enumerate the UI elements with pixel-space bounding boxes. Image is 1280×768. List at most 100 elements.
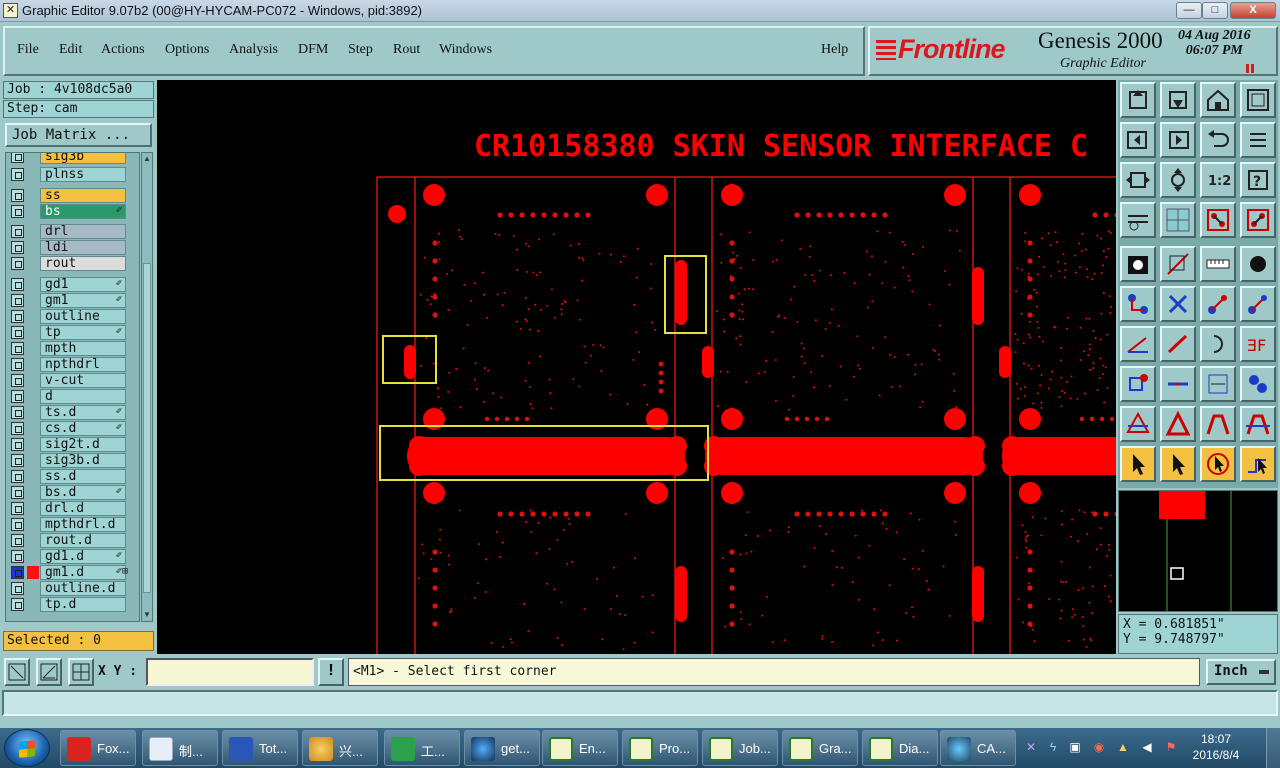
layer-name[interactable]: tp.d xyxy=(40,597,126,612)
layer-name[interactable]: ss.d xyxy=(40,469,126,484)
layer-checkbox[interactable] xyxy=(11,257,24,270)
layer-row[interactable]: outline.d xyxy=(6,581,139,596)
layer-row[interactable]: drl xyxy=(6,224,139,239)
layer-row[interactable]: tp ✐ xyxy=(6,325,139,340)
layer-row[interactable]: npthdrl xyxy=(6,357,139,372)
layer-name[interactable]: sig3b xyxy=(40,153,126,164)
layer-checkbox[interactable] xyxy=(11,566,24,579)
fit-view-button[interactable] xyxy=(1240,82,1276,118)
menu-help[interactable]: Help xyxy=(821,42,848,58)
layer-row[interactable]: drl.d xyxy=(6,501,139,516)
layer-row[interactable]: ss.d xyxy=(6,469,139,484)
layer-row[interactable]: rout xyxy=(6,256,139,271)
cut-line-button[interactable] xyxy=(1160,366,1196,402)
net-select-2-button[interactable] xyxy=(1240,202,1276,238)
taskbar-app-button[interactable]: Pro... xyxy=(622,730,698,766)
show-desktop-button[interactable] xyxy=(1266,728,1280,768)
layer-name[interactable]: rout.d xyxy=(40,533,126,548)
start-button[interactable] xyxy=(4,729,50,767)
layer-checkbox[interactable] xyxy=(11,582,24,595)
layer-name[interactable]: tp xyxy=(40,325,126,340)
minimize-button[interactable]: — xyxy=(1176,2,1202,19)
ruler-button[interactable] xyxy=(1200,246,1236,282)
layer-name[interactable]: bs.d xyxy=(40,485,126,500)
layer-name[interactable]: outline.d xyxy=(40,581,126,596)
layer-name[interactable]: ss xyxy=(40,188,126,203)
grid-button[interactable] xyxy=(68,658,94,686)
layer-checkbox[interactable] xyxy=(11,486,24,499)
delete-node-button[interactable] xyxy=(1160,286,1196,322)
triangle-a-button[interactable] xyxy=(1120,406,1156,442)
pointer-a-button[interactable] xyxy=(1120,446,1156,482)
taskbar-app-button[interactable]: 制... xyxy=(142,730,218,766)
layer-row[interactable]: sig2t.d xyxy=(6,437,139,452)
layer-checkbox[interactable] xyxy=(11,422,24,435)
layer-row[interactable]: v-cut xyxy=(6,373,139,388)
taskbar-app-button[interactable]: 兴... xyxy=(302,730,378,766)
layer-row[interactable]: gm1.d ✐⊞ xyxy=(6,565,139,580)
layer-name[interactable]: outline xyxy=(40,309,126,324)
layer-name[interactable]: drl xyxy=(40,224,126,239)
layer-checkbox[interactable] xyxy=(11,294,24,307)
pointer-d-button[interactable] xyxy=(1240,446,1276,482)
network-icon[interactable]: ▣ xyxy=(1068,740,1082,754)
layer-name[interactable]: gm1.d xyxy=(40,565,126,580)
units-select[interactable]: Inch xyxy=(1206,659,1276,685)
taskbar-app-button[interactable]: get... xyxy=(464,730,540,766)
taskbar-app-button[interactable]: CA... xyxy=(940,730,1016,766)
pad-dot-button[interactable] xyxy=(1240,246,1276,282)
magic-wand-button[interactable] xyxy=(1120,202,1156,238)
net-select-button[interactable] xyxy=(1200,202,1236,238)
taskbar-app-button[interactable]: En... xyxy=(542,730,618,766)
pointer-b-button[interactable] xyxy=(1160,446,1196,482)
layer-checkbox[interactable] xyxy=(11,225,24,238)
layer-row[interactable]: bs.d ✐ xyxy=(6,485,139,500)
layer-row[interactable]: outline xyxy=(6,309,139,324)
layer-row[interactable]: cs.d ✐ xyxy=(6,421,139,436)
pointer-c-button[interactable] xyxy=(1200,446,1236,482)
mirror-text-button[interactable]: ƎF xyxy=(1240,326,1276,362)
alert-button[interactable]: ! xyxy=(318,658,344,686)
pause-icon[interactable] xyxy=(1246,64,1254,73)
layer-row[interactable]: ss xyxy=(6,188,139,203)
menu-analysis[interactable]: Analysis xyxy=(229,42,278,58)
line-angle-button[interactable] xyxy=(1120,326,1156,362)
layer-name[interactable]: sig2t.d xyxy=(40,437,126,452)
triangle-b-button[interactable] xyxy=(1160,406,1196,442)
layer-checkbox[interactable] xyxy=(11,502,24,515)
arch-a-button[interactable] xyxy=(1200,406,1236,442)
layer-checkbox[interactable] xyxy=(11,241,24,254)
taskbar-app-button[interactable]: Dia... xyxy=(862,730,938,766)
layer-checkbox[interactable] xyxy=(11,438,24,451)
step-back-button[interactable] xyxy=(1200,122,1236,158)
zoom-area-button[interactable] xyxy=(4,658,30,686)
scroll-thumb[interactable] xyxy=(143,263,151,593)
layer-checkbox[interactable] xyxy=(11,550,24,563)
layer-name[interactable]: sig3b.d xyxy=(40,453,126,468)
layer-row[interactable]: ldi xyxy=(6,240,139,255)
layer-name[interactable]: ldi xyxy=(40,240,126,255)
layer-checkbox[interactable] xyxy=(11,470,24,483)
layer-name[interactable]: mpthdrl.d xyxy=(40,517,126,532)
taskbar-app-button[interactable]: Tot... xyxy=(222,730,298,766)
layer-checkbox[interactable] xyxy=(11,342,24,355)
layer-row[interactable]: rout.d xyxy=(6,533,139,548)
layer-name[interactable]: cs.d xyxy=(40,421,126,436)
add-pad-button[interactable] xyxy=(1120,366,1156,402)
layer-row[interactable]: gd1 ✐ xyxy=(6,277,139,292)
layer-checkbox[interactable] xyxy=(11,358,24,371)
layer-name[interactable]: npthdrl xyxy=(40,357,126,372)
layer-checkbox[interactable] xyxy=(11,189,24,202)
layer-row[interactable]: plnss xyxy=(6,167,139,182)
snap-right-button[interactable] xyxy=(1160,122,1196,158)
sketch-button[interactable] xyxy=(1160,246,1196,282)
camera-button[interactable] xyxy=(1120,246,1156,282)
security-icon[interactable]: ◉ xyxy=(1092,740,1106,754)
maximize-button[interactable]: □ xyxy=(1202,2,1228,19)
measure-width-button[interactable] xyxy=(1200,366,1236,402)
x-tray-icon[interactable]: ✕ xyxy=(1024,740,1038,754)
layer-checkbox[interactable] xyxy=(11,310,24,323)
taskbar-app-button[interactable]: Gra... xyxy=(782,730,858,766)
update-icon[interactable]: ▲ xyxy=(1116,740,1130,754)
layer-swap-button[interactable] xyxy=(1240,366,1276,402)
